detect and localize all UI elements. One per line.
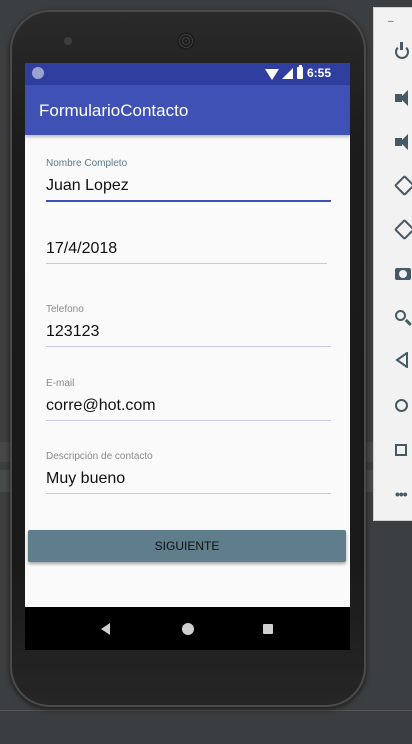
name-field-underline [46, 200, 331, 202]
earpiece-speaker [177, 32, 195, 50]
date-field-value[interactable]: 17/4/2018 [46, 239, 327, 259]
phone-field-value[interactable]: 123123 [46, 322, 331, 342]
camera-icon[interactable] [395, 264, 412, 284]
notification-icon [32, 67, 44, 79]
overview-icon[interactable] [395, 440, 412, 460]
navigation-bar [25, 607, 350, 650]
app-title: FormularioContacto [39, 101, 189, 120]
volume-up-icon[interactable] [395, 88, 412, 108]
status-bar: 6:55 [25, 63, 350, 85]
battery-icon [297, 65, 303, 79]
date-field[interactable]: 17/4/2018 [46, 221, 327, 264]
description-field-underline [46, 493, 331, 494]
description-field-label: Descripción de contacto [46, 451, 153, 462]
home-icon[interactable] [395, 396, 412, 416]
phone-field[interactable]: Telefono 123123 [46, 304, 331, 347]
name-field-value[interactable]: Juan Lopez [46, 176, 331, 196]
signal-icon [282, 68, 293, 79]
minimize-button[interactable]: – [388, 16, 394, 27]
zoom-icon[interactable] [395, 308, 412, 328]
emulator-phone-frame: 6:55 FormularioContacto Nombre Completo … [10, 10, 366, 707]
phone-field-underline [46, 346, 331, 347]
email-field-underline [46, 420, 331, 421]
front-camera [64, 37, 72, 45]
app-bar: FormularioContacto [25, 85, 350, 135]
proximity-sensor [298, 37, 318, 43]
name-field[interactable]: Nombre Completo Juan Lopez [46, 158, 331, 202]
nav-home-icon[interactable] [182, 623, 194, 635]
email-field-label: E-mail [46, 378, 75, 389]
volume-down-icon[interactable] [395, 132, 412, 152]
name-field-label: Nombre Completo [46, 158, 128, 169]
wifi-icon [265, 69, 279, 80]
rotate-right-icon[interactable] [393, 218, 412, 241]
description-field-value[interactable]: Muy bueno [46, 469, 331, 489]
back-icon[interactable] [395, 351, 412, 372]
phone-field-label: Telefono [46, 304, 84, 315]
next-button[interactable]: SIGUIENTE [28, 530, 346, 562]
ide-bottom-bar [0, 710, 412, 744]
more-icon[interactable]: ••• [395, 484, 412, 504]
date-field-underline [46, 263, 327, 264]
power-icon[interactable] [395, 42, 412, 62]
nav-back-icon[interactable] [101, 623, 110, 635]
emulator-toolbar: – ••• [373, 7, 412, 521]
date-field-label [46, 221, 327, 235]
description-field[interactable]: Descripción de contacto Muy bueno [46, 451, 331, 494]
status-time: 6:55 [307, 66, 332, 80]
nav-recents-icon[interactable] [263, 624, 273, 634]
device-screen: 6:55 FormularioContacto Nombre Completo … [25, 63, 350, 650]
rotate-left-icon[interactable] [393, 174, 412, 197]
email-field[interactable]: E-mail corre@hot.com [46, 378, 331, 421]
email-field-value[interactable]: corre@hot.com [46, 396, 331, 416]
